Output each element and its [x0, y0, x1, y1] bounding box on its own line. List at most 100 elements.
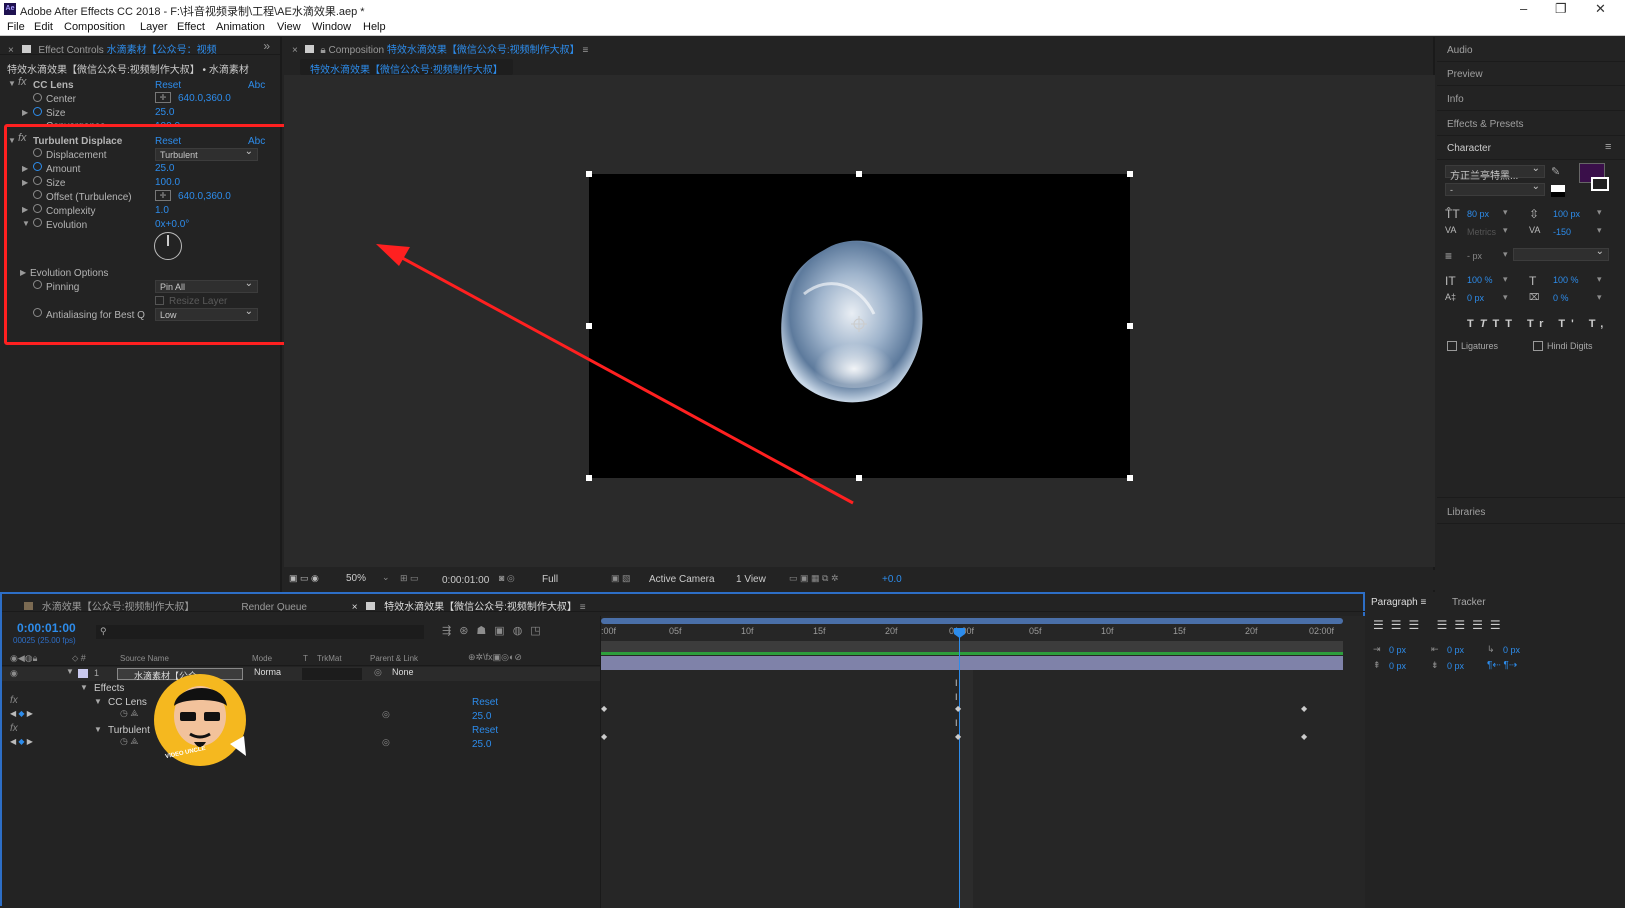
work-area-bar[interactable] — [601, 618, 1343, 624]
timeline-switch-icons[interactable]: ⇶⊛☗▣◍◳ — [442, 624, 549, 637]
chevron-down-icon[interactable]: ▾ — [1503, 225, 1508, 236]
space-before-value[interactable]: 0 px — [1389, 661, 1406, 671]
panel-menu-icon[interactable]: ≡ — [580, 602, 586, 611]
indent-left-value[interactable]: 0 px — [1389, 645, 1406, 655]
tsume-value[interactable]: 0 % — [1553, 293, 1569, 303]
zoom-dropdown[interactable]: 50% — [346, 573, 366, 584]
chevron-down-icon[interactable]: ▾ — [1597, 274, 1602, 285]
camera-icon[interactable]: ◙ ◎ — [499, 573, 515, 584]
region-icons[interactable]: ▣ ▧ — [611, 573, 631, 584]
pickwhip-icon[interactable]: ◎ — [382, 737, 390, 748]
kerning-value[interactable]: Metrics — [1467, 227, 1496, 237]
toggle-icons[interactable]: ▣ ▭ ◉ — [289, 573, 319, 584]
pickwhip-icon[interactable]: ◎ — [374, 667, 382, 678]
preview-panel[interactable]: Preview — [1447, 69, 1483, 80]
mode-header[interactable]: Mode — [252, 654, 272, 663]
font-size-value[interactable]: 80 px — [1467, 209, 1489, 219]
stopwatch-graph-icon[interactable]: ◷ ⟁ — [120, 736, 138, 747]
chevron-down-icon[interactable]: ▾ — [1503, 207, 1508, 218]
layer-switch-icons[interactable]: ⊕✲\fx▣◎◐⊘ — [468, 652, 522, 663]
camera-dropdown[interactable]: Active Camera — [649, 574, 715, 585]
stroke-color-swatch[interactable] — [1591, 177, 1609, 191]
chevron-down-icon[interactable]: ⌄ — [382, 572, 390, 583]
font-style-dropdown[interactable]: - — [1445, 181, 1545, 196]
audio-panel[interactable]: Audio — [1447, 45, 1473, 56]
keyframe-icon[interactable]: ◆ — [955, 732, 961, 741]
trkmat-dropdown[interactable] — [302, 668, 362, 680]
timeline-timecode[interactable]: 0:00:01:00 — [17, 621, 76, 635]
turbulent-amount-tl[interactable]: 25.0 — [472, 739, 491, 750]
label-color-swatch[interactable] — [78, 669, 88, 678]
time-ruler[interactable]: :00f 05f 10f 15f 20f 01:00f 05f 10f 15f … — [601, 626, 1343, 640]
turbulent-reset-tl[interactable]: Reset — [472, 725, 498, 736]
tracking-value[interactable]: -150 — [1553, 227, 1571, 237]
cc-lens-reset-tl[interactable]: Reset — [472, 697, 498, 708]
fx-icon[interactable]: fx — [10, 695, 18, 706]
keyframe-icon[interactable]: ◆ — [1301, 704, 1307, 713]
effects-presets-panel[interactable]: Effects & Presets — [1447, 119, 1524, 130]
collapse-triangle-icon[interactable]: ▼ — [94, 725, 102, 734]
parent-dropdown[interactable]: None — [392, 667, 414, 677]
leading-value[interactable]: 100 px — [1553, 209, 1580, 219]
timeline-tab-comp1[interactable]: 水滴效果【公众号:视频制作大叔】 — [42, 602, 195, 611]
parent-header[interactable]: Parent & Link — [370, 654, 418, 663]
timeline-track-area[interactable]: :00f 05f 10f 15f 20f 01:00f 05f 10f 15f … — [600, 616, 1365, 908]
layer-row[interactable]: ◉ ▼ 1 水滴素材【公众 Norma ◎ None — [2, 667, 602, 681]
character-panel-title[interactable]: Character — [1447, 143, 1491, 154]
keyframe-icon[interactable]: ◆ — [601, 704, 607, 713]
grid-icon[interactable]: ⊞ ▭ — [400, 573, 419, 584]
first-line-value[interactable]: 0 px — [1503, 645, 1520, 655]
baseline-value[interactable]: 0 px — [1467, 293, 1484, 303]
text-direction-icons[interactable]: ¶⇠ ¶⇢ — [1487, 660, 1517, 671]
exposure-value[interactable]: +0.0 — [882, 574, 902, 585]
eyedropper-icon[interactable]: ✎ — [1551, 165, 1560, 178]
effects-group-label[interactable]: Effects — [94, 683, 124, 694]
timeline-search-input[interactable]: ⚲ — [96, 625, 424, 639]
text-style-buttons[interactable]: TTTT Tr T' T, — [1467, 318, 1609, 330]
close-tab-icon[interactable]: × — [352, 602, 358, 611]
playhead-line[interactable] — [959, 630, 960, 908]
layer-duration-bar[interactable] — [601, 656, 1343, 670]
keyframe-icon[interactable]: ◆ — [955, 704, 961, 713]
color-swap-icon[interactable] — [1551, 185, 1565, 197]
comp-timecode[interactable]: 0:00:01:00 — [442, 575, 489, 586]
vertical-scale-value[interactable]: 100 % — [1467, 275, 1493, 285]
chevron-down-icon[interactable]: ▾ — [1503, 292, 1508, 303]
panel-menu-icon[interactable]: ≡ — [1605, 141, 1611, 153]
info-panel[interactable]: Info — [1447, 94, 1464, 105]
tracker-tab[interactable]: Tracker — [1452, 597, 1486, 608]
visibility-icon[interactable]: ◉ — [10, 668, 18, 679]
keyframe-icon[interactable]: ◆ — [601, 732, 607, 741]
chevron-down-icon[interactable]: ▾ — [1597, 207, 1602, 218]
space-after-value[interactable]: 0 px — [1447, 661, 1464, 671]
timeline-turbulent[interactable]: Turbulent — [108, 725, 150, 736]
trkmat-header[interactable]: TrkMat — [317, 654, 342, 663]
stroke-type-dropdown[interactable] — [1513, 246, 1609, 261]
chevron-down-icon[interactable]: ▾ — [1597, 292, 1602, 303]
collapse-triangle-icon[interactable]: ▼ — [66, 667, 74, 676]
chevron-down-icon[interactable]: ▾ — [1597, 225, 1602, 236]
collapse-triangle-icon[interactable]: ▼ — [80, 683, 88, 692]
views-dropdown[interactable]: 1 View — [736, 574, 766, 585]
font-dropdown[interactable]: 方正兰亭特黑... — [1445, 163, 1545, 182]
stopwatch-graph-icon[interactable]: ◷ ⟁ — [120, 708, 138, 719]
resolution-dropdown[interactable]: Full — [542, 574, 558, 585]
source-name-header[interactable]: Source Name — [120, 654, 169, 663]
collapse-triangle-icon[interactable]: ▼ — [94, 697, 102, 706]
render-queue-tab[interactable]: Render Queue — [241, 602, 307, 611]
keyframe-nav-icon[interactable]: ◀ ◆ ▶ — [10, 737, 33, 746]
keyframe-icon[interactable]: ◆ — [1301, 732, 1307, 741]
pickwhip-icon[interactable]: ◎ — [382, 709, 390, 720]
indent-right-value[interactable]: 0 px — [1447, 645, 1464, 655]
libraries-panel[interactable]: Libraries — [1447, 507, 1485, 518]
alignment-buttons[interactable]: ☰☰☰ ☰☰☰☰ — [1373, 618, 1508, 632]
view-icons[interactable]: ▭ ▣ ▦ ⧉ ✲ — [789, 573, 838, 584]
chevron-down-icon[interactable]: ▾ — [1503, 249, 1508, 260]
timeline-tab-active[interactable]: 特效水滴效果【微信公众号:视频制作大叔】 — [384, 602, 577, 611]
horizontal-scale-value[interactable]: 100 % — [1553, 275, 1579, 285]
timeline-cc-lens[interactable]: CC Lens — [108, 697, 147, 708]
label-icon[interactable]: ⬦ # — [72, 653, 86, 664]
paragraph-tab[interactable]: Paragraph ≡ — [1371, 597, 1426, 608]
ligatures-checkbox[interactable] — [1447, 341, 1457, 351]
keyframe-nav-icon[interactable]: ◀ ◆ ▶ — [10, 709, 33, 718]
